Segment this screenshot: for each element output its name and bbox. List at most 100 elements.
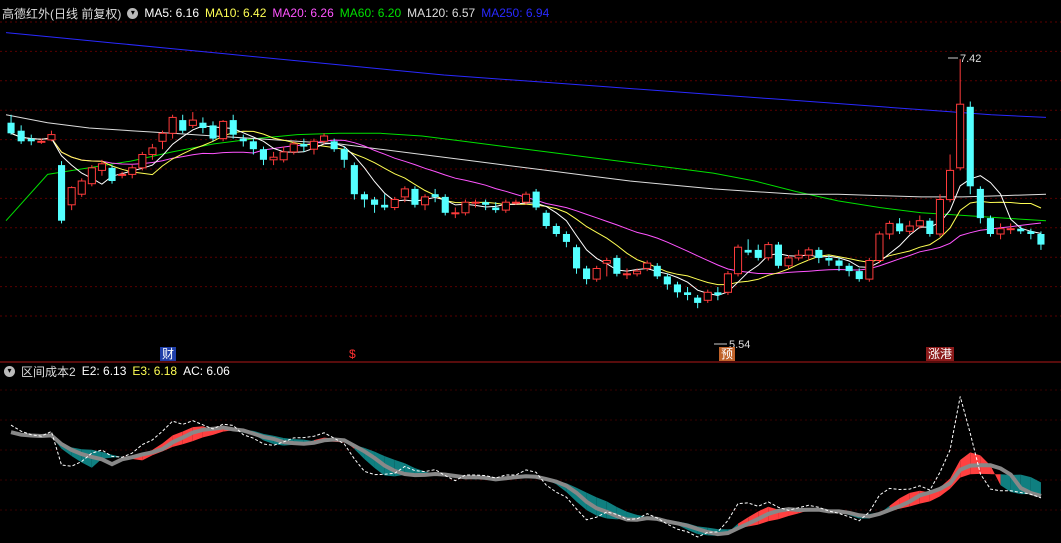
- candle-body: [138, 154, 147, 169]
- candle-body: [754, 249, 762, 258]
- ma5-line: [10, 125, 1042, 297]
- candle-body: [966, 106, 974, 187]
- candle-body: [562, 234, 570, 242]
- candle-body: [774, 244, 782, 266]
- candle-body: [976, 188, 984, 219]
- candle-body: [764, 244, 773, 259]
- e3-label: E3: 6.18: [132, 364, 178, 378]
- candle-body: [522, 193, 531, 203]
- candle-body: [471, 201, 480, 204]
- indicator-title: 区间成本2: [21, 364, 76, 379]
- candle-body: [694, 297, 702, 303]
- candle-body: [673, 284, 681, 293]
- candle-body: [1027, 231, 1035, 234]
- candle-body: [179, 120, 187, 131]
- candle-body: [461, 201, 470, 214]
- candle-body: [37, 140, 46, 143]
- marker-financial[interactable]: 财: [160, 347, 177, 361]
- candle-body: [1017, 228, 1025, 232]
- ma60-line: [5, 132, 1047, 222]
- chart-canvas[interactable]: 7.42 5.54: [0, 0, 1061, 543]
- candle-body: [259, 149, 267, 160]
- candle-body: [592, 268, 601, 280]
- candle-body: [309, 140, 318, 150]
- candle-body: [956, 103, 965, 169]
- candle-body: [926, 220, 934, 234]
- settings-toggle-icon[interactable]: ▾: [127, 7, 139, 19]
- candle-body: [219, 120, 228, 140]
- candle-body: [289, 143, 298, 153]
- indicator-toggle-icon[interactable]: ▾: [4, 365, 15, 377]
- candle-body: [613, 257, 621, 274]
- candle-body: [986, 218, 994, 234]
- candle-body: [451, 212, 460, 215]
- candle-body: [946, 169, 955, 201]
- candle-body: [209, 125, 217, 139]
- candle-body: [663, 276, 671, 285]
- candle-body: [229, 120, 237, 135]
- candle-body: [915, 220, 924, 227]
- candle-body: [845, 265, 853, 272]
- candle-body: [573, 247, 581, 269]
- candle-body: [885, 222, 894, 235]
- candle-body: [542, 212, 550, 226]
- price-header: 高德红外(日线 前复权) ▾ MA5: 6.16 MA10: 6.42 MA20…: [0, 4, 555, 22]
- candle-body: [148, 147, 157, 155]
- candle-body: [67, 187, 76, 206]
- candle-body: [583, 268, 591, 280]
- candle-body: [371, 199, 379, 205]
- candle-body: [300, 143, 308, 147]
- candle-body: [511, 201, 521, 204]
- cost-band: [101, 451, 113, 459]
- candle-body: [622, 273, 632, 276]
- marker-dividend[interactable]: $: [347, 347, 358, 361]
- ma120-label: MA120: 6.57: [407, 6, 476, 20]
- moving-averages: [5, 32, 1047, 297]
- candle-body: [602, 260, 611, 264]
- candle-body: [17, 130, 25, 142]
- candle-body: [77, 180, 86, 195]
- marker-forecast[interactable]: 预: [719, 347, 736, 361]
- candle-body: [552, 226, 560, 234]
- candle-body: [714, 292, 722, 295]
- candle-body: [865, 260, 874, 280]
- candle-body: [875, 233, 884, 261]
- candle-body: [996, 228, 1005, 235]
- price-grid: [0, 21, 1061, 511]
- candle-body: [118, 173, 127, 176]
- ma250-line: [5, 32, 1047, 118]
- candle-body: [815, 249, 823, 258]
- candle-body: [330, 141, 338, 150]
- candle-body: [340, 149, 348, 160]
- candle-body: [108, 167, 116, 181]
- ac-label: AC: 6.06: [183, 364, 230, 378]
- candle-body: [320, 135, 329, 142]
- candle-body: [643, 262, 652, 269]
- candle-body: [633, 270, 642, 275]
- ma60-label: MA60: 6.20: [339, 6, 402, 20]
- candle-body: [896, 223, 904, 232]
- candle-body: [684, 292, 692, 295]
- candle-body: [239, 138, 247, 142]
- candle-body: [400, 188, 409, 198]
- candle-body: [128, 167, 137, 175]
- candle-body: [431, 194, 439, 197]
- candle-body: [492, 207, 500, 211]
- marker-stock-connect[interactable]: 涨港: [926, 347, 955, 361]
- candle-body: [47, 134, 56, 141]
- candle-body: [744, 249, 752, 253]
- candle-body: [168, 116, 177, 134]
- candle-body: [360, 194, 368, 200]
- candle-body: [269, 156, 278, 161]
- indicator-panel: [10, 396, 1042, 538]
- candle-body: [441, 196, 449, 213]
- candle-body: [784, 257, 793, 267]
- ma10-label: MA10: 6.42: [205, 6, 267, 20]
- candle-body: [703, 291, 712, 301]
- candle-body: [249, 141, 257, 150]
- candle-body: [804, 249, 813, 256]
- candle-body: [188, 119, 197, 126]
- candles: [7, 59, 1045, 309]
- cost-band: [1000, 474, 1011, 492]
- candle-body: [855, 271, 863, 280]
